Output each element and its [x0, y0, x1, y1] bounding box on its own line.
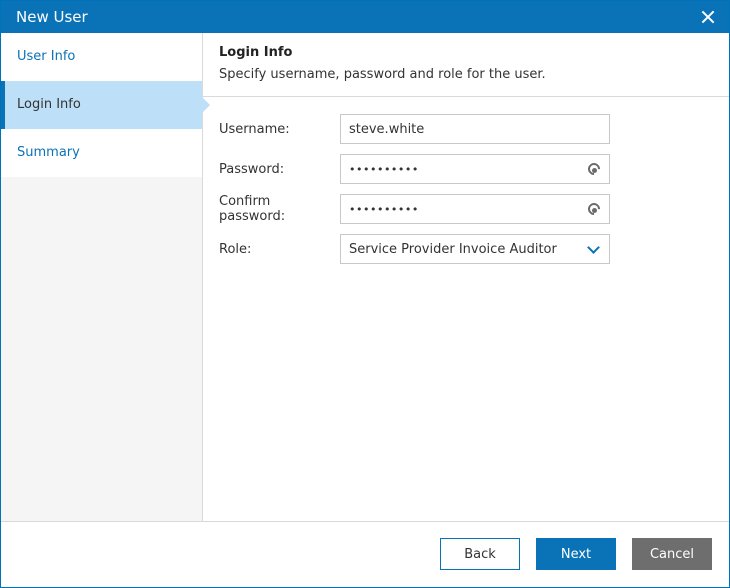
- section-title: Login Info: [219, 45, 293, 60]
- role-label: Role:: [219, 241, 252, 257]
- title-bar: New User: [1, 1, 729, 33]
- next-button[interactable]: Next: [536, 538, 616, 570]
- main-panel: Login Info Specify username, password an…: [203, 33, 729, 522]
- eye-icon[interactable]: [587, 204, 601, 214]
- confirm-password-row: Confirm password: ••••••••••: [219, 194, 610, 224]
- password-label: Password:: [219, 161, 285, 177]
- section-header: Login Info Specify username, password an…: [203, 33, 729, 97]
- username-row: Username: steve.white: [219, 114, 610, 144]
- password-value: ••••••••••: [349, 162, 419, 176]
- close-icon[interactable]: [699, 8, 717, 26]
- sidebar-item-label: Summary: [17, 145, 80, 160]
- password-row: Password: ••••••••••: [219, 154, 610, 184]
- sidebar-item-label: User Info: [17, 49, 76, 64]
- section-description: Specify username, password and role for …: [219, 67, 546, 82]
- sidebar-item-label: Login Info: [17, 97, 81, 112]
- sidebar-item-user-info[interactable]: User Info: [1, 33, 202, 81]
- chevron-down-icon[interactable]: [587, 240, 600, 254]
- confirm-password-value: ••••••••••: [349, 202, 419, 216]
- dialog-footer: Back Next Cancel: [1, 521, 729, 587]
- wizard-steps-sidebar: User Info Login Info Summary: [1, 33, 210, 522]
- role-value: Service Provider Invoice Auditor: [349, 241, 557, 257]
- username-label: Username:: [219, 121, 290, 137]
- sidebar-item-login-info[interactable]: Login Info: [1, 81, 210, 129]
- role-select[interactable]: Service Provider Invoice Auditor: [340, 234, 610, 264]
- eye-icon[interactable]: [587, 164, 601, 174]
- cancel-button[interactable]: Cancel: [632, 538, 712, 570]
- confirm-password-input[interactable]: ••••••••••: [340, 194, 610, 224]
- confirm-password-label: Confirm password:: [219, 194, 286, 224]
- sidebar-item-summary[interactable]: Summary: [1, 129, 202, 177]
- new-user-dialog: New User User Info Login Info Summary Lo…: [0, 0, 730, 588]
- username-value: steve.white: [349, 121, 425, 137]
- back-button[interactable]: Back: [440, 538, 520, 570]
- dialog-title: New User: [16, 8, 88, 26]
- password-input[interactable]: ••••••••••: [340, 154, 610, 184]
- role-row: Role: Service Provider Invoice Auditor: [219, 234, 610, 264]
- username-input[interactable]: steve.white: [340, 114, 610, 144]
